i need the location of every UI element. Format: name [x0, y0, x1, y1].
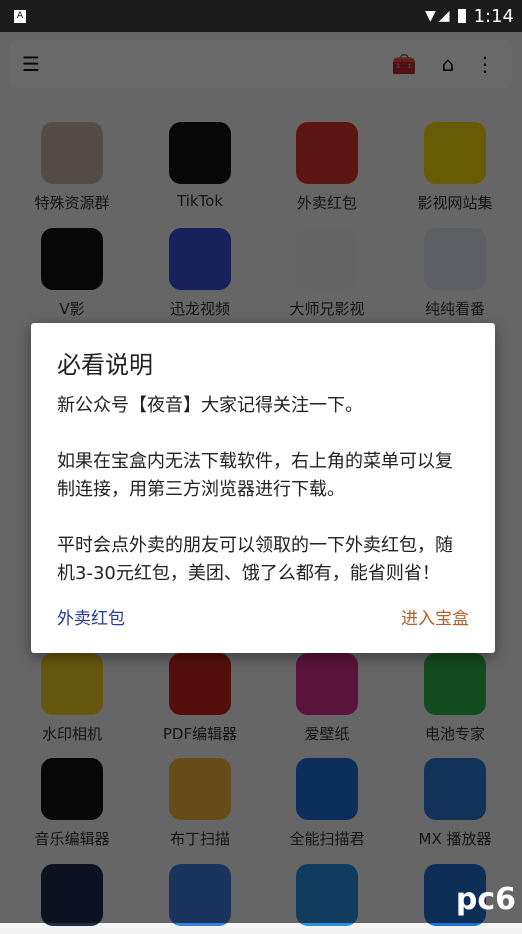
takeout-redpacket-button[interactable]: 外卖红包 — [57, 604, 125, 629]
battery-icon — [457, 9, 466, 23]
status-bar: A ▼ ◢ 1:14 — [0, 0, 522, 32]
wifi-icon: ▼ — [425, 8, 436, 24]
clock: 1:14 — [473, 5, 514, 27]
signal-icon: ◢ — [438, 8, 450, 24]
enter-box-button[interactable]: 进入宝盒 — [401, 604, 469, 629]
notice-dialog: 必看说明 新公众号【夜音】大家记得关注一下。 如果在宝盒内无法下载软件，右上角的… — [31, 323, 495, 653]
notification-icon: A — [14, 9, 26, 23]
dialog-paragraph: 如果在宝盒内无法下载软件，右上角的菜单可以复制连接，用第三方浏览器进行下载。 — [57, 451, 453, 500]
dialog-paragraph: 平时会点外卖的朋友可以领取的一下外卖红包，随机3-30元红包，美团、饿了么都有，… — [57, 535, 453, 584]
dialog-title: 必看说明 — [57, 351, 153, 379]
watermark-logo: pc6 — [455, 882, 516, 917]
dialog-paragraph: 新公众号【夜音】大家记得关注一下。 — [57, 395, 363, 416]
